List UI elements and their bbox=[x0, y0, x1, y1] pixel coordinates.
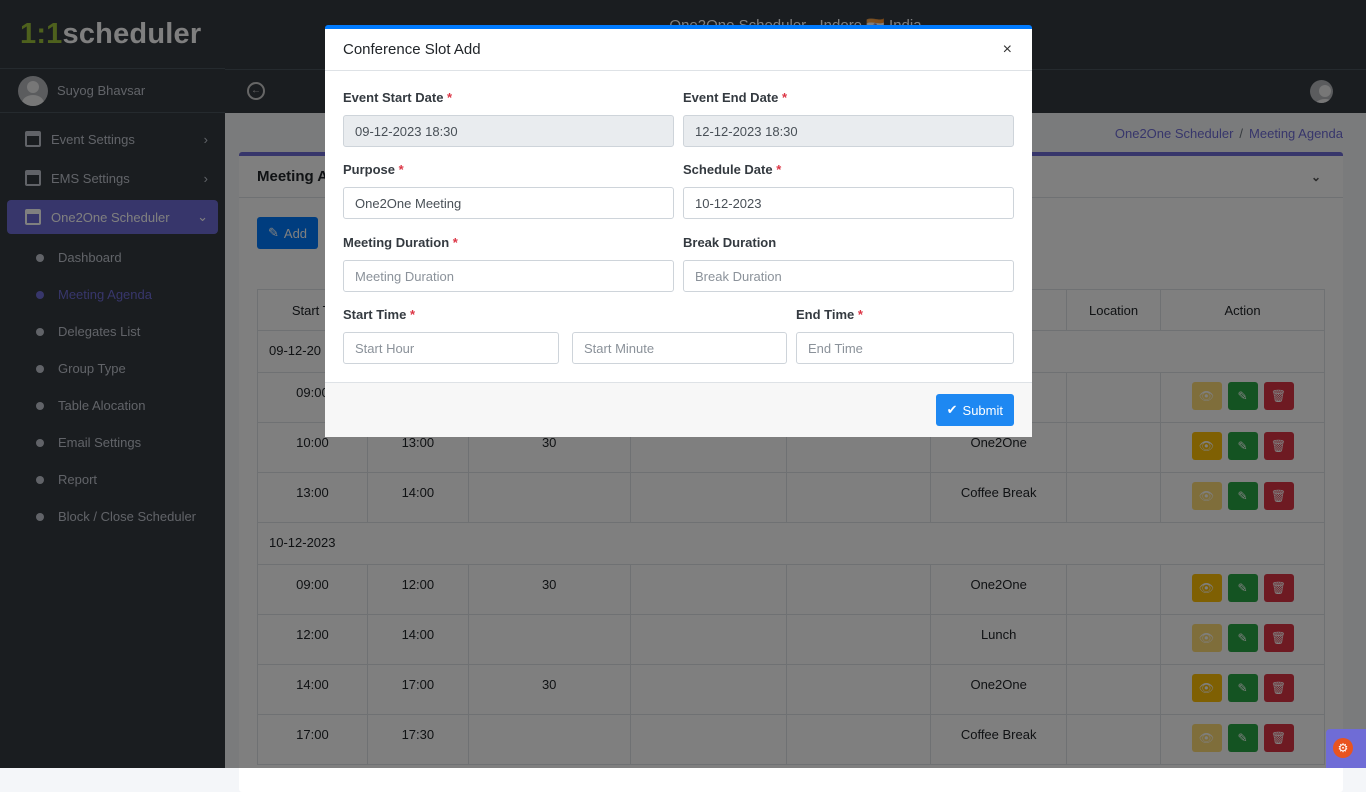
start-minute-input[interactable]: Start Minute bbox=[572, 332, 787, 364]
gear-icon: ⚙ bbox=[1333, 738, 1353, 758]
check-icon: ✔ bbox=[946, 402, 958, 417]
schedule-date-label: Schedule Date * bbox=[683, 162, 782, 177]
end-time-input[interactable]: End Time bbox=[796, 332, 1014, 364]
purpose-select[interactable]: One2One Meeting bbox=[343, 187, 674, 219]
modal-title: Conference Slot Add bbox=[343, 41, 481, 58]
event-start-date-field[interactable]: 09-12-2023 18:30 bbox=[343, 115, 674, 147]
purpose-label: Purpose * bbox=[343, 162, 404, 177]
end-time-label: End Time * bbox=[796, 307, 863, 322]
break-duration-label: Break Duration bbox=[683, 235, 777, 250]
meeting-duration-group: Meeting Duration * Meeting Duration bbox=[343, 235, 674, 292]
start-time-group: Start Time * Start Hour Start Minute bbox=[343, 307, 787, 364]
event-end-date-field[interactable]: 12-12-2023 18:30 bbox=[683, 115, 1014, 147]
break-duration-group: Break Duration Break Duration bbox=[683, 235, 1014, 292]
meeting-duration-label: Meeting Duration * bbox=[343, 235, 458, 250]
modal-header: Conference Slot Add × bbox=[325, 29, 1032, 71]
floating-widget[interactable]: ⚙ bbox=[1326, 729, 1366, 768]
schedule-date-field[interactable]: 10-12-2023 bbox=[683, 187, 1014, 219]
event-end-date-group: Event End Date * 12-12-2023 18:30 bbox=[683, 90, 1014, 147]
start-time-label: Start Time * bbox=[343, 307, 416, 322]
event-start-date-label: Event Start Date * bbox=[343, 90, 453, 105]
schedule-date-group: Schedule Date * 10-12-2023 bbox=[683, 162, 1014, 219]
event-end-date-label: Event End Date * bbox=[683, 90, 788, 105]
purpose-group: Purpose * One2One Meeting bbox=[343, 162, 674, 219]
conference-slot-add-modal: Conference Slot Add × Event Start Date *… bbox=[325, 25, 1032, 437]
submit-button-label: Submit bbox=[962, 402, 1003, 418]
event-start-date-group: Event Start Date * 09-12-2023 18:30 bbox=[343, 90, 674, 147]
modal-footer: ✔ Submit bbox=[325, 382, 1032, 437]
end-time-group: End Time * End Time bbox=[796, 307, 1014, 364]
meeting-duration-input[interactable]: Meeting Duration bbox=[343, 260, 674, 292]
close-icon[interactable]: × bbox=[1003, 41, 1012, 59]
start-hour-input[interactable]: Start Hour bbox=[343, 332, 559, 364]
break-duration-input[interactable]: Break Duration bbox=[683, 260, 1014, 292]
submit-button[interactable]: ✔ Submit bbox=[935, 394, 1014, 426]
